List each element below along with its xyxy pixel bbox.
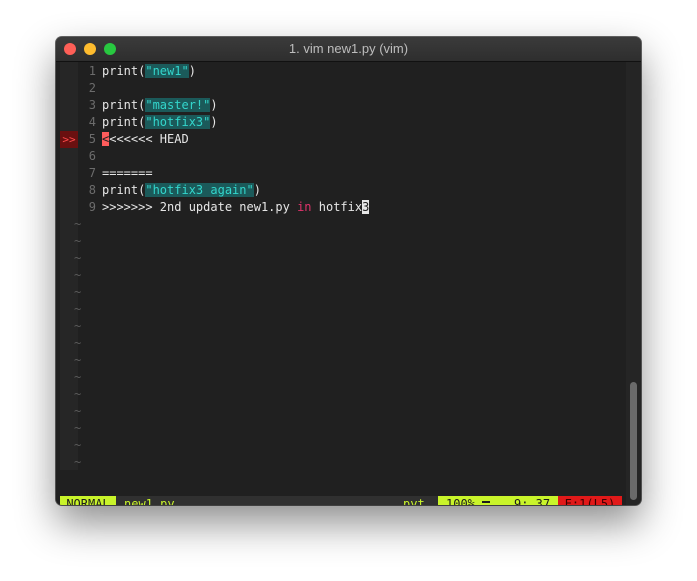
empty-line-tilde: ~ [74,302,82,316]
empty-line-tilde: ~ [74,234,82,248]
keyword-token: in [297,200,312,214]
line-text: print("new1") [102,63,196,80]
window-title: 1. vim new1.py (vim) [288,41,409,56]
line-text: print("master!") [102,97,218,114]
status-filename: new1.py [124,497,175,505]
code-token: ======= [102,166,153,180]
string-token: "hotfix3" [145,115,211,129]
code-line[interactable]: 6 [56,148,626,165]
line-number: 3 [88,98,96,112]
empty-line-tilde: ~ [74,217,82,231]
code-line[interactable]: 2 [56,80,626,97]
empty-line-tilde: ~ [74,370,82,384]
empty-line-tilde: ~ [74,336,82,350]
line-text: >>>>>>> 2nd update new1.py in hotfix3 [102,199,370,216]
line-number: 9 [88,200,96,214]
code-line[interactable]: 8 print("hotfix3 again") [56,182,626,199]
line-number: 2 [88,81,96,95]
empty-line-tilde: ~ [74,404,82,418]
title-bar: 1. vim new1.py (vim) [56,37,641,62]
empty-line-tilde: ~ [74,438,82,452]
line-number: 5 [88,132,96,146]
empty-line-tilde: ~ [74,387,82,401]
code-token: ) [188,64,196,78]
code-token: >>>>>>> 2nd update new1.py [102,200,298,214]
code-token: ) [253,183,261,197]
line-text: <<<<<<< HEAD [102,131,189,148]
status-filetype: pyt… [403,497,432,505]
lines-icon [482,501,491,505]
status-error-count: E:1(L5) [558,496,622,505]
code-line[interactable]: 1 print("new1") [56,63,626,80]
code-line[interactable]: 7 ======= [56,165,626,182]
code-token: print( [102,115,146,129]
line-number: 4 [88,115,96,129]
line-text: ======= [102,165,153,182]
vim-editor[interactable]: 1 print("new1") 2 3 print("master!") 4 print("… [56,62,626,505]
status-line: NORMAL new1.py pyt… 100% 9: 37 E:1(L5) [60,496,622,505]
string-token: "hotfix3 again" [145,183,254,197]
status-percent: 100% [446,497,475,505]
code-token: print( [102,98,146,112]
empty-line-tilde: ~ [74,319,82,333]
empty-line-tilde: ~ [74,353,82,367]
status-position-block: 100% 9: 37 [438,496,558,505]
code-token: print( [102,183,146,197]
code-line[interactable]: >> 5 <<<<<<< HEAD [56,131,626,148]
conflict-sign-marker: >> [60,131,78,148]
code-token: hotfix [311,200,363,214]
line-text: print("hotfix3 again") [102,182,261,199]
line-text: print("hotfix3") [102,114,218,131]
line-number: 1 [88,64,96,78]
string-token: "master!" [145,98,211,112]
code-token: <<<<<< HEAD [109,132,189,146]
empty-line-tilde: ~ [74,285,82,299]
code-token: ) [210,98,218,112]
code-line[interactable]: 4 print("hotfix3") [56,114,626,131]
code-token: print( [102,64,146,78]
terminal-window: 1. vim new1.py (vim) 1 print("new1") 2 3 pri… [56,37,641,505]
scrollbar-thumb[interactable] [630,382,637,500]
code-line[interactable]: 9 >>>>>>> 2nd update new1.py in hotfix3 [56,199,626,216]
empty-line-tilde: ~ [74,421,82,435]
line-number: 8 [88,183,96,197]
mode-indicator: NORMAL [60,496,116,505]
code-token: ) [210,115,218,129]
empty-line-tilde: ~ [74,251,82,265]
empty-line-tilde: ~ [74,268,82,282]
scrollbar[interactable] [626,62,641,505]
empty-line-tilde: ~ [74,455,82,469]
line-number: 7 [88,166,96,180]
code-line[interactable]: 3 print("master!") [56,97,626,114]
line-number: 6 [88,149,96,163]
status-cursor-position: 9: 37 [514,497,551,505]
cursor: 3 [362,200,370,214]
string-token: "new1" [145,64,189,78]
